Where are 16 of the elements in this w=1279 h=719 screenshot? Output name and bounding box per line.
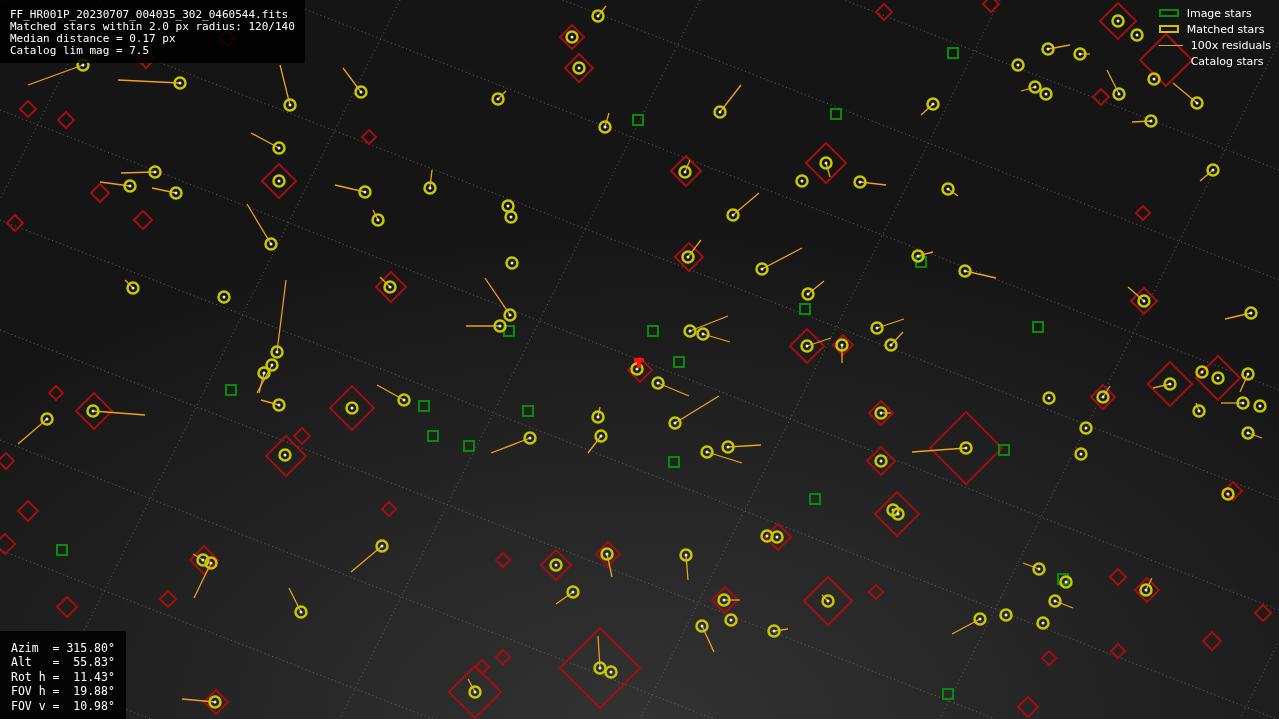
info-text: Median distance = 0.17 px — [10, 33, 177, 45]
legend-label: 100x residuals — [1190, 38, 1271, 52]
matched-star-rectangle-icon — [1158, 25, 1179, 33]
legend-label: Image stars — [1186, 6, 1252, 20]
pointing-text: FOV h = 19.88° — [11, 684, 115, 699]
pointing-text: Rot h = 11.43° — [11, 669, 115, 684]
info-text: Catalog lim mag = 7.5 — [10, 45, 151, 57]
image-star-rectangle-icon — [1158, 9, 1179, 17]
info-text: FF_HR001P_20230707_004035_302_0460544.fits — [10, 9, 290, 21]
pointing-text: Alt = 55.83° — [11, 655, 115, 670]
legend-label: Matched stars — [1186, 22, 1265, 36]
pointing-text: FOV v = 10.98° — [11, 698, 115, 713]
info-text: Matched stars within 2.0 px radius: 120/140 — [10, 21, 295, 33]
legend-label: Catalog stars — [1190, 54, 1264, 68]
pointing-text: Azim = 315.80° — [11, 640, 115, 655]
residual-line-icon — [1158, 44, 1183, 46]
